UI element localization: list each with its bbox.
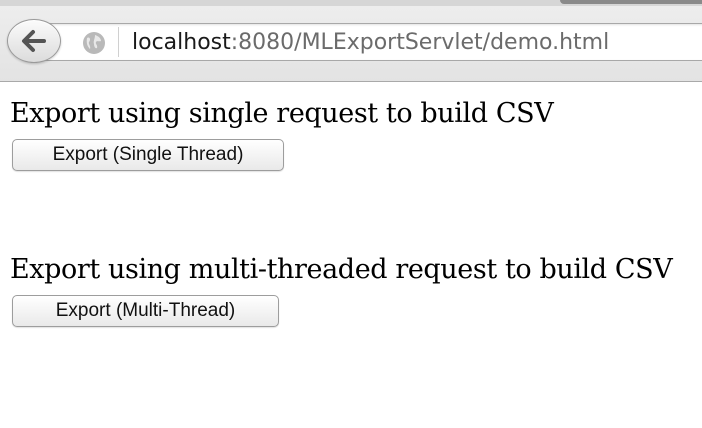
multi-export-heading: Export using multi-threaded request to b… [10, 254, 673, 285]
url-text[interactable]: localhost:8080/MLExportServlet/demo.html [132, 30, 609, 56]
back-arrow-icon [22, 30, 46, 52]
url-path: :8080/MLExportServlet/demo.html [230, 30, 610, 55]
url-divider [118, 27, 119, 57]
url-host: localhost [132, 30, 231, 55]
browser-toolbar: localhost:8080/MLExportServlet/demo.html [0, 0, 702, 82]
export-multi-thread-button[interactable]: Export (Multi-Thread) [12, 295, 279, 327]
export-single-thread-button[interactable]: Export (Single Thread) [12, 139, 284, 171]
single-export-heading: Export using single request to build CSV [10, 98, 554, 129]
back-button[interactable] [7, 19, 61, 63]
globe-icon [83, 32, 105, 54]
tab-edge [560, 0, 702, 4]
